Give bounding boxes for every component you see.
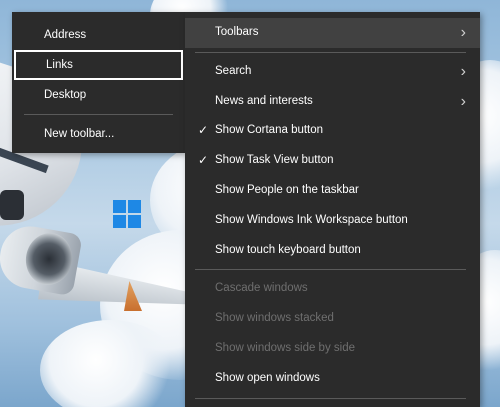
menu-item-label: Show windows stacked bbox=[215, 312, 334, 325]
menu-item-label: News and interests bbox=[215, 94, 313, 107]
menu-item-label: Show Windows Ink Workspace button bbox=[215, 213, 408, 226]
check-icon: ✓ bbox=[197, 123, 209, 138]
chevron-right-icon: › bbox=[460, 24, 466, 41]
airplane-landing-gear bbox=[0, 190, 24, 220]
submenu-item-links[interactable]: Links bbox=[14, 50, 183, 80]
windows-logo-icon bbox=[113, 200, 141, 228]
chevron-right-icon: › bbox=[460, 92, 466, 110]
menu-divider bbox=[24, 114, 173, 115]
menu-item-label: Show touch keyboard button bbox=[215, 243, 361, 256]
menu-item-show-cortana-button[interactable]: ✓ Show Cortana button bbox=[185, 116, 480, 146]
menu-item-cascade-windows: Cascade windows bbox=[185, 274, 480, 304]
menu-item-news-and-interests[interactable]: News and interests › bbox=[185, 87, 480, 117]
menu-item-label: Show People on the taskbar bbox=[215, 183, 359, 196]
menu-item-show-open-windows[interactable]: Show open windows bbox=[185, 364, 480, 394]
menu-item-show-windows-stacked: Show windows stacked bbox=[185, 304, 480, 334]
desktop-background: Address Links Desktop New toolbar... Too… bbox=[0, 0, 500, 407]
check-icon: ✓ bbox=[197, 153, 209, 168]
submenu-item-address[interactable]: Address bbox=[12, 20, 185, 50]
menu-item-label: Show windows side by side bbox=[215, 341, 355, 354]
menu-item-show-ink-workspace[interactable]: Show Windows Ink Workspace button bbox=[185, 206, 480, 236]
submenu-item-label: Links bbox=[46, 59, 73, 71]
menu-divider bbox=[195, 269, 466, 271]
menu-item-label: Toolbars bbox=[215, 26, 259, 38]
menu-divider bbox=[195, 51, 466, 53]
menu-item-label: Cascade windows bbox=[215, 282, 308, 295]
menu-item-label: Show open windows bbox=[215, 371, 320, 384]
taskbar-context-menu: Toolbars › Search › News and interests ›… bbox=[185, 12, 480, 407]
submenu-item-desktop[interactable]: Desktop bbox=[12, 80, 185, 110]
menu-item-label: Search bbox=[215, 64, 252, 77]
submenu-item-label: Desktop bbox=[44, 89, 87, 101]
menu-item-show-people[interactable]: Show People on the taskbar bbox=[185, 176, 480, 206]
menu-item-show-windows-side-by-side: Show windows side by side bbox=[185, 334, 480, 364]
menu-divider bbox=[195, 397, 466, 399]
menu-item-show-touch-keyboard[interactable]: Show touch keyboard button bbox=[185, 236, 480, 266]
menu-item-search[interactable]: Search › bbox=[185, 57, 480, 87]
chevron-right-icon: › bbox=[460, 62, 466, 80]
submenu-item-label: Address bbox=[44, 29, 87, 41]
submenu-item-label: New toolbar... bbox=[44, 128, 115, 140]
submenu-item-new-toolbar[interactable]: New toolbar... bbox=[12, 119, 185, 149]
menu-item-label: Show Cortana button bbox=[215, 124, 324, 137]
menu-item-toolbars[interactable]: Toolbars › bbox=[185, 18, 480, 48]
menu-item-label: Show Task View button bbox=[215, 154, 334, 167]
toolbars-submenu: Address Links Desktop New toolbar... bbox=[12, 12, 185, 153]
menu-item-show-task-view-button[interactable]: ✓ Show Task View button bbox=[185, 146, 480, 176]
